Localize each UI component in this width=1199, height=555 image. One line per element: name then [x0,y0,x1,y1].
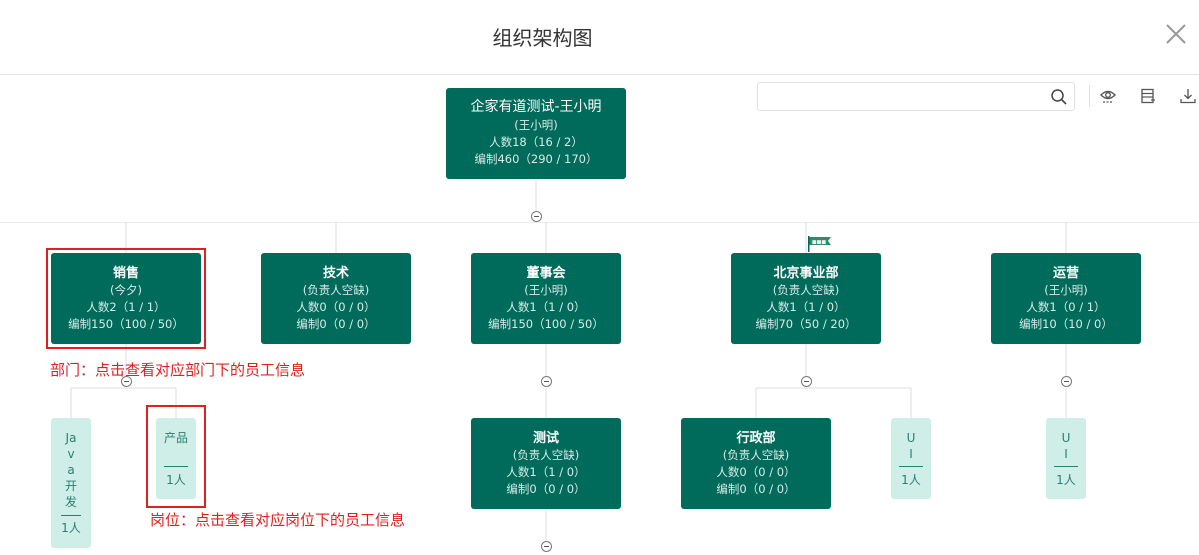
post-name: UI [906,431,916,461]
post-name: Java开发 [64,431,77,509]
post-count: 1人 [1056,473,1076,487]
eye-icon[interactable] [1099,87,1117,105]
highlight-box-department [46,248,206,349]
node-headcount: 人数1（1 / 0） [506,465,586,479]
node-quota: 编制150（100 / 50） [488,317,604,331]
node-name: 企家有道测试-王小明 [470,99,602,115]
node-name: 技术 [322,266,349,281]
node-leader: (王小明) [1044,283,1088,297]
flag-icon: ■■■ [808,236,831,252]
node-leader: (负责人空缺) [302,283,370,297]
annotation-department: 部门：点击查看对应部门下的员工信息 [50,361,306,379]
flag-label: ■■■ [812,240,826,246]
node-headcount: 人数18（16 / 2） [489,135,583,149]
node-name: 北京事业部 [773,266,839,281]
node-leader: (负责人空缺) [512,448,580,462]
node-headcount: 人数1（0 / 1） [1026,300,1106,314]
node-headcount: 人数1（1 / 0） [766,300,846,314]
org-node-root[interactable]: 企家有道测试-王小明 (王小明) 人数18（16 / 2） 编制460（290 … [446,88,626,179]
download-icon[interactable] [1179,87,1197,105]
node-name: 行政部 [736,431,776,446]
org-node-board[interactable]: 董事会 (王小明) 人数1（1 / 0） 编制150（100 / 50） [471,253,621,344]
post-divider [899,466,923,467]
node-quota: 编制0（0 / 0） [716,482,796,496]
search-input[interactable] [764,87,1044,107]
collapse-toggle-operations[interactable] [1061,376,1072,387]
node-leader: (负责人空缺) [772,283,840,297]
post-ui-beijing[interactable]: UI 1人 [891,418,931,499]
node-quota: 编制460（290 / 170） [474,152,598,166]
post-ui-operations[interactable]: UI 1人 [1046,418,1086,499]
collapse-toggle-root[interactable] [531,211,542,222]
post-java-dev[interactable]: Java开发 1人 [51,418,91,548]
collapse-toggle-board[interactable] [541,376,552,387]
node-name: 测试 [532,431,559,446]
node-leader: (王小明) [514,118,558,132]
post-name: UI [1061,431,1071,461]
node-leader: (负责人空缺) [722,448,790,462]
node-headcount: 人数0（0 / 0） [716,465,796,479]
node-quota: 编制70（50 / 20） [755,317,857,331]
org-node-admin[interactable]: 行政部 (负责人空缺) 人数0（0 / 0） 编制0（0 / 0） [681,418,831,509]
collapse-toggle-beijing[interactable] [801,376,812,387]
node-quota: 编制0（0 / 0） [296,317,376,331]
post-divider [61,515,81,516]
node-name: 运营 [1052,266,1079,281]
highlight-box-post [146,405,206,508]
annotation-post: 岗位：点击查看对应岗位下的员工信息 [150,511,406,529]
node-quota: 编制0（0 / 0） [506,482,586,496]
org-node-beijing[interactable]: 北京事业部 (负责人空缺) 人数1（1 / 0） 编制70（50 / 20） [731,253,881,344]
org-node-test[interactable]: 测试 (负责人空缺) 人数1（1 / 0） 编制0（0 / 0） [471,418,621,509]
search-icon[interactable] [1050,88,1068,106]
node-headcount: 人数1（1 / 0） [506,300,586,314]
list-icon[interactable] [1139,87,1157,105]
org-node-tech[interactable]: 技术 (负责人空缺) 人数0（0 / 0） 编制0（0 / 0） [261,253,411,344]
post-count: 1人 [901,473,921,487]
toolbar-separator [1089,85,1090,107]
node-leader: (王小明) [524,283,568,297]
search-box[interactable] [757,82,1075,111]
node-headcount: 人数0（0 / 0） [296,300,376,314]
post-count: 1人 [61,521,81,535]
post-divider [1054,466,1078,467]
node-name: 董事会 [526,266,566,281]
collapse-toggle-test[interactable] [541,541,552,552]
node-quota: 编制10（10 / 0） [1019,317,1113,331]
org-node-operations[interactable]: 运营 (王小明) 人数1（0 / 1） 编制10（10 / 0） [991,253,1141,344]
